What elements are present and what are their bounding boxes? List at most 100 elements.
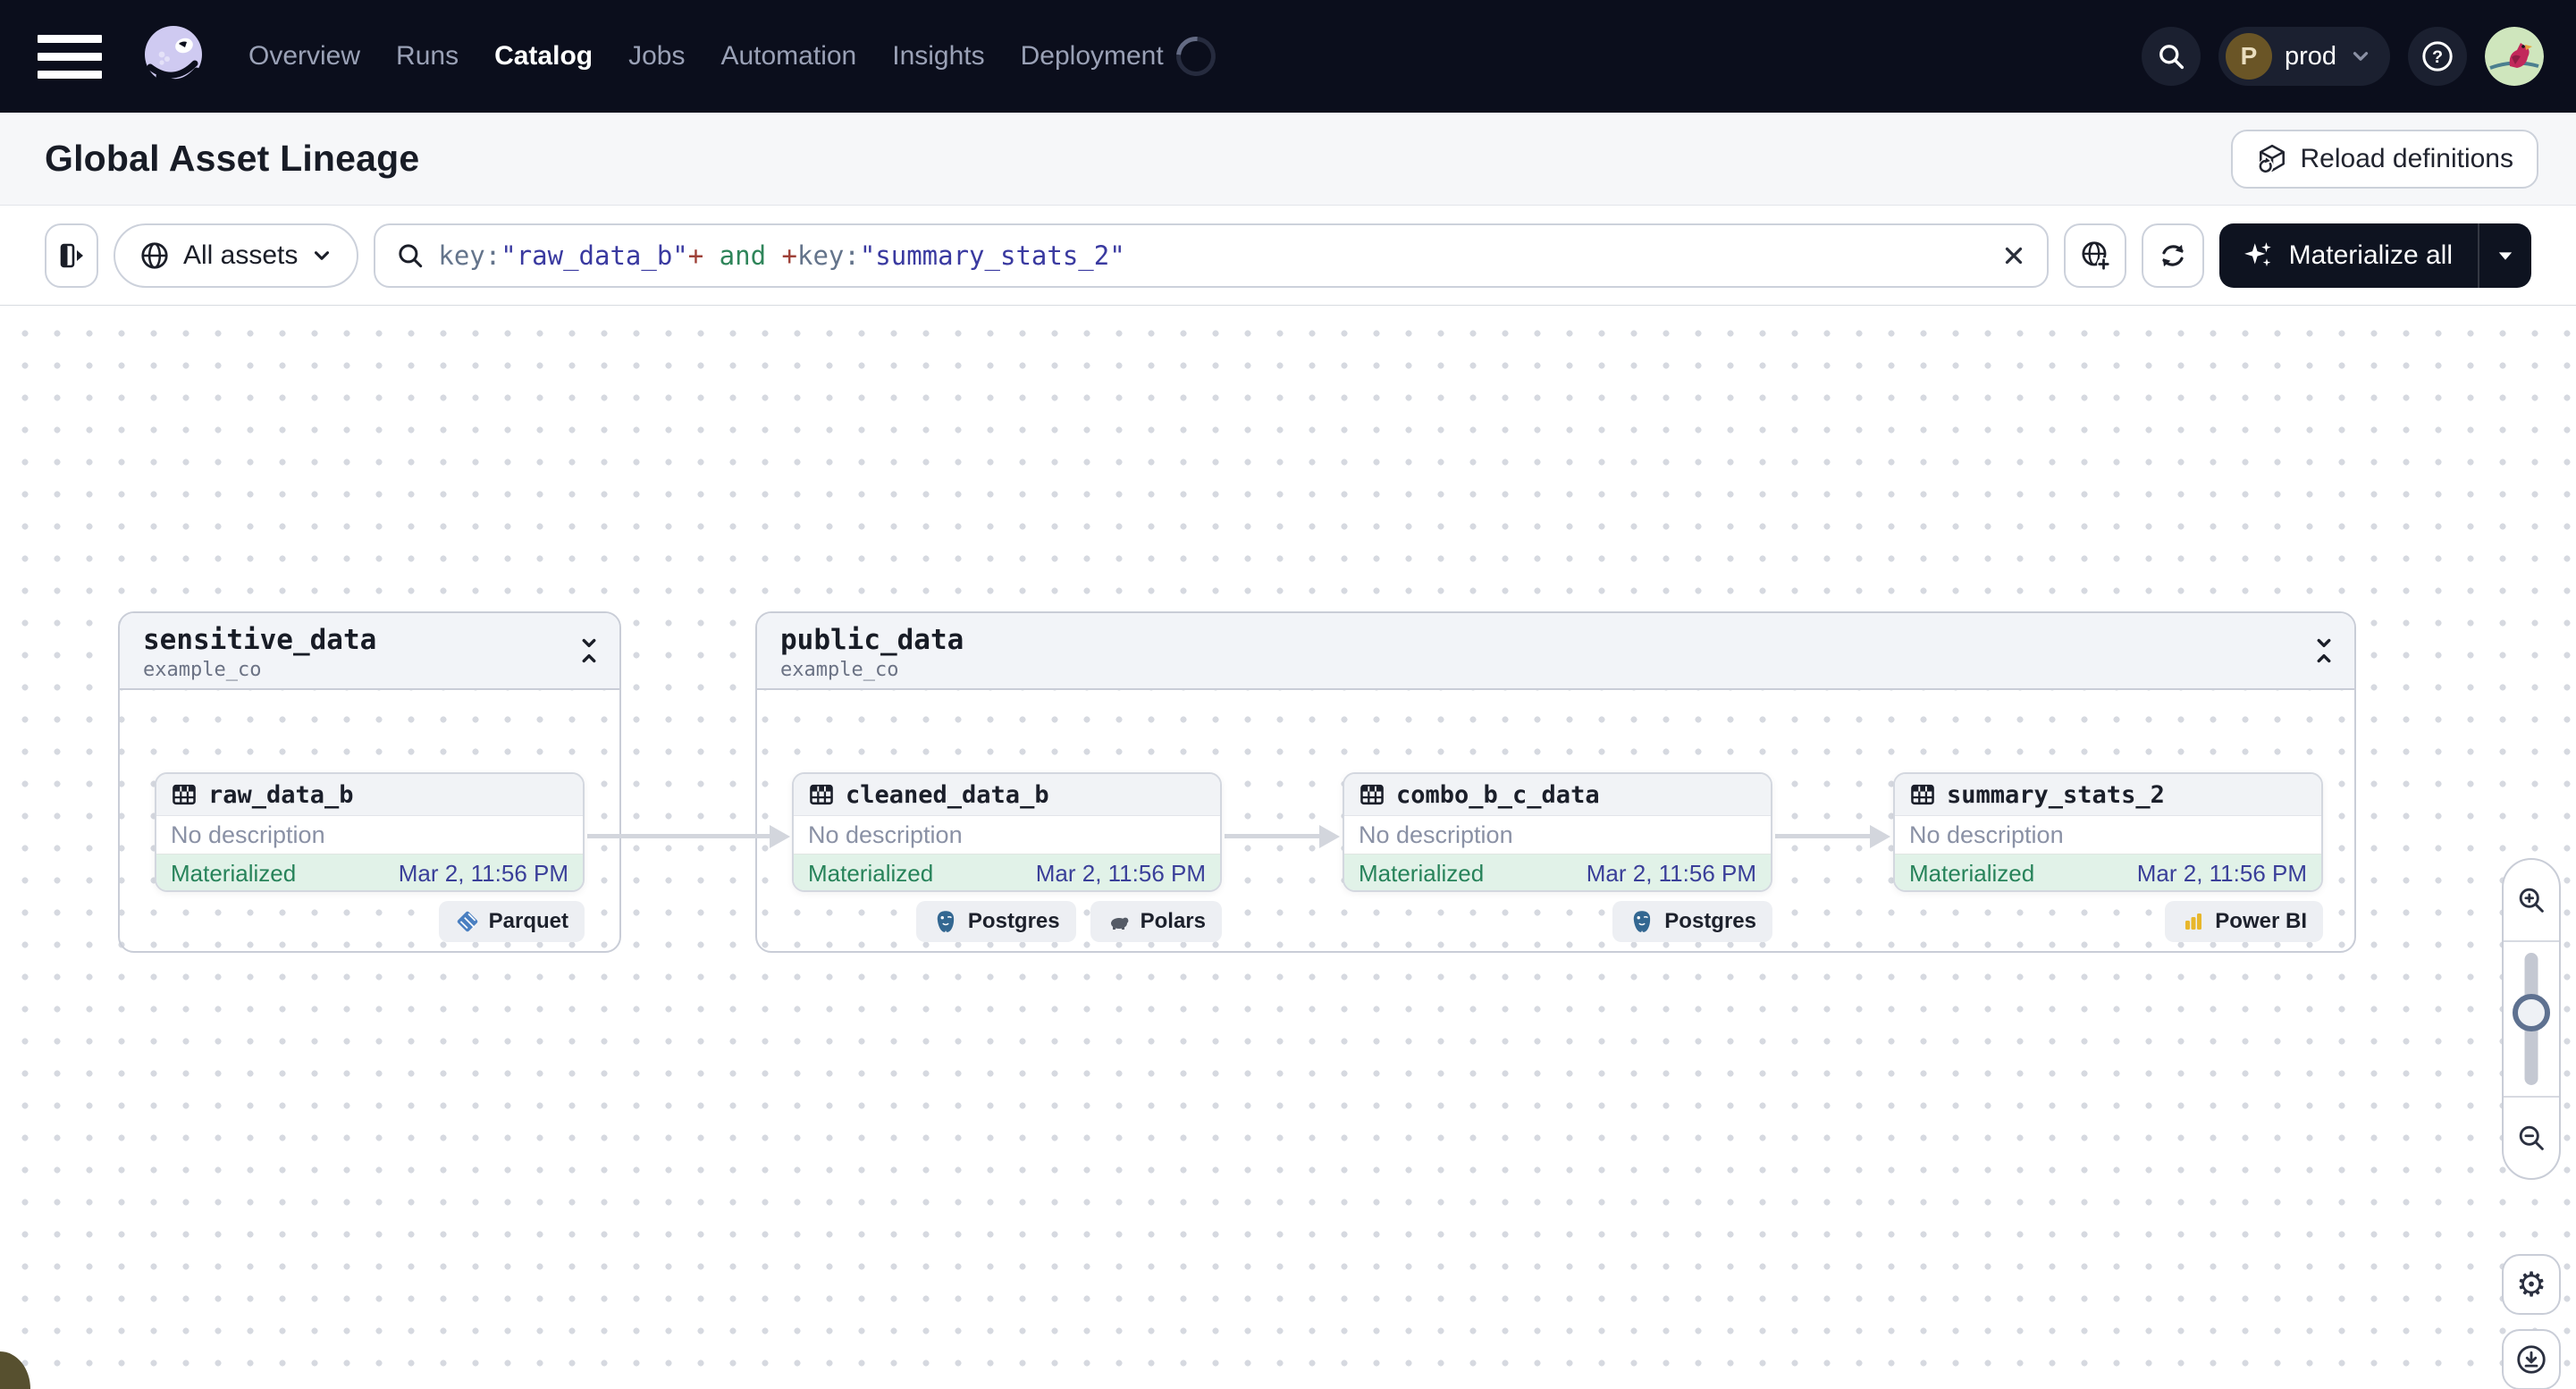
table-icon	[810, 784, 833, 805]
asset-node-header[interactable]: raw_data_b	[156, 774, 583, 816]
query-token: +	[687, 240, 704, 271]
asset-status-row: Materialized Mar 2, 11:56 PM	[156, 854, 583, 890]
group-header[interactable]: public_data example_co	[757, 613, 2354, 690]
nav-item-insights[interactable]: Insights	[892, 41, 984, 72]
materialize-options-button[interactable]	[2479, 223, 2531, 288]
kind-badge-label: Postgres	[1664, 909, 1756, 933]
query-token: "summary_stats_2"	[859, 240, 1125, 271]
asset-node-combo-b-c-data[interactable]: combo_b_c_data No description Materializ…	[1343, 772, 1772, 892]
materialization-timestamp[interactable]: Mar 2, 11:56 PM	[1587, 860, 1756, 888]
asset-scope-select[interactable]: All assets	[114, 223, 359, 288]
zoom-out-icon	[2519, 1125, 2544, 1150]
asset-description: No description	[1909, 821, 2064, 848]
nav-item-runs[interactable]: Runs	[396, 41, 459, 72]
zoom-slider	[2504, 940, 2559, 1098]
kind-badge-postgres[interactable]: Postgres	[915, 901, 1076, 942]
kind-badge-row: Parquet	[155, 901, 585, 942]
deployment-switcher[interactable]: P prod	[2218, 27, 2390, 86]
lineage-edge	[1225, 834, 1319, 838]
group-title: public_data	[780, 624, 964, 656]
query-token: key:	[797, 240, 860, 271]
materialize-all-button[interactable]: Materialize all	[2219, 223, 2478, 288]
asset-status-row: Materialized Mar 2, 11:56 PM	[794, 854, 1220, 890]
collapse-icon	[582, 638, 596, 663]
top-nav: Overview Runs Catalog Jobs Automation In…	[0, 0, 2576, 113]
dagster-app: Overview Runs Catalog Jobs Automation In…	[0, 0, 2576, 1389]
asset-node-header[interactable]: combo_b_c_data	[1344, 774, 1771, 816]
asset-node-raw-data-b[interactable]: raw_data_b No description Materialized M…	[155, 772, 585, 892]
status-badge: Materialized	[171, 859, 297, 887]
page-title: Global Asset Lineage	[45, 138, 420, 179]
collapse-group-button[interactable]	[575, 636, 603, 665]
asset-node-header[interactable]: cleaned_data_b	[794, 774, 1220, 816]
zoom-out-button[interactable]	[2504, 1098, 2559, 1178]
materialization-timestamp[interactable]: Mar 2, 11:56 PM	[2137, 860, 2307, 888]
query-text[interactable]: key:"raw_data_b"+ and +key:"summary_stat…	[438, 240, 1987, 271]
materialization-timestamp[interactable]: Mar 2, 11:56 PM	[1036, 860, 1206, 888]
view-scope-button[interactable]	[2063, 223, 2126, 288]
group-title: sensitive_data	[143, 624, 377, 656]
panel-toggle-icon	[60, 243, 83, 267]
materialization-timestamp[interactable]: Mar 2, 11:56 PM	[399, 860, 568, 888]
user-avatar[interactable]	[2485, 27, 2544, 86]
collapse-group-button[interactable]	[2310, 636, 2338, 665]
lineage-edge	[1775, 834, 1870, 838]
kind-badge-parquet[interactable]: Parquet	[438, 901, 585, 942]
query-token: key:	[438, 240, 501, 271]
dagster-logo-icon[interactable]	[139, 22, 207, 90]
asset-node-summary-stats-2[interactable]: summary_stats_2 No description Materiali…	[1893, 772, 2323, 892]
kind-badge-label: Power BI	[2215, 909, 2307, 933]
global-search-button[interactable]	[2141, 27, 2201, 86]
refresh-button[interactable]	[2141, 223, 2204, 288]
asset-name: summary_stats_2	[1947, 780, 2165, 809]
close-icon	[2005, 247, 2022, 264]
kind-badge-powerbi[interactable]: Power BI	[2165, 901, 2323, 942]
asset-description: No description	[808, 821, 963, 848]
zoom-panel	[2502, 858, 2561, 1180]
query-token: and	[703, 240, 782, 271]
menu-icon[interactable]	[38, 30, 104, 82]
download-image-button[interactable]	[2502, 1329, 2561, 1389]
asset-node-header[interactable]: summary_stats_2	[1895, 774, 2321, 816]
open-sidebar-button[interactable]	[45, 223, 98, 288]
zoom-in-button[interactable]	[2504, 860, 2559, 940]
svg-text:?: ?	[2432, 47, 2443, 67]
caret-down-icon	[2498, 251, 2513, 260]
nav-right-cluster: P prod ?	[2141, 27, 2544, 86]
nav-item-catalog[interactable]: Catalog	[494, 41, 593, 72]
kind-badge-postgres[interactable]: Postgres	[1612, 901, 1772, 942]
materialize-all-split-button: Materialize all	[2218, 223, 2531, 288]
graph-settings-button[interactable]: ⚙	[2502, 1254, 2561, 1315]
reload-cube-icon	[2258, 144, 2285, 173]
chevron-down-icon	[315, 250, 330, 260]
asset-node-cleaned-data-b[interactable]: cleaned_data_b No description Materializ…	[792, 772, 1222, 892]
lineage-canvas[interactable]: sensitive_data example_co public_data ex…	[0, 307, 2576, 1389]
nav-item-deployment[interactable]: Deployment	[1021, 41, 1164, 72]
group-repo-label: example_co	[143, 659, 262, 681]
asset-search-input[interactable]: key:"raw_data_b"+ and +key:"summary_stat…	[374, 223, 2049, 288]
globe-add-icon	[2082, 240, 2110, 271]
kind-badge-label: Polars	[1140, 909, 1206, 933]
question-icon: ?	[2422, 41, 2453, 72]
lineage-edge-arrowhead	[1319, 825, 1340, 848]
help-button[interactable]: ?	[2408, 27, 2467, 86]
refresh-icon	[2161, 244, 2184, 266]
nav-item-overview[interactable]: Overview	[248, 41, 360, 72]
kind-badge-label: Postgres	[967, 909, 1060, 933]
clear-query-button[interactable]	[2000, 242, 2027, 269]
table-icon	[1360, 784, 1384, 805]
postgres-icon	[1634, 911, 1651, 932]
gear-icon: ⚙	[2515, 1266, 2547, 1304]
group-header[interactable]: sensitive_data example_co	[120, 613, 619, 690]
search-icon	[2159, 45, 2185, 70]
page-header: Global Asset Lineage Reload definitions	[0, 113, 2576, 206]
reload-definitions-button[interactable]: Reload definitions	[2230, 129, 2538, 189]
deployment-name: prod	[2284, 41, 2336, 71]
sparkle-icon	[2243, 241, 2271, 266]
powerbi-icon	[2185, 913, 2202, 930]
kind-badge-polars[interactable]: Polars	[1090, 901, 1222, 942]
zoom-slider-handle[interactable]	[2513, 994, 2550, 1031]
postgres-icon	[937, 911, 955, 932]
nav-item-jobs[interactable]: Jobs	[628, 41, 685, 72]
nav-item-automation[interactable]: Automation	[720, 41, 856, 72]
